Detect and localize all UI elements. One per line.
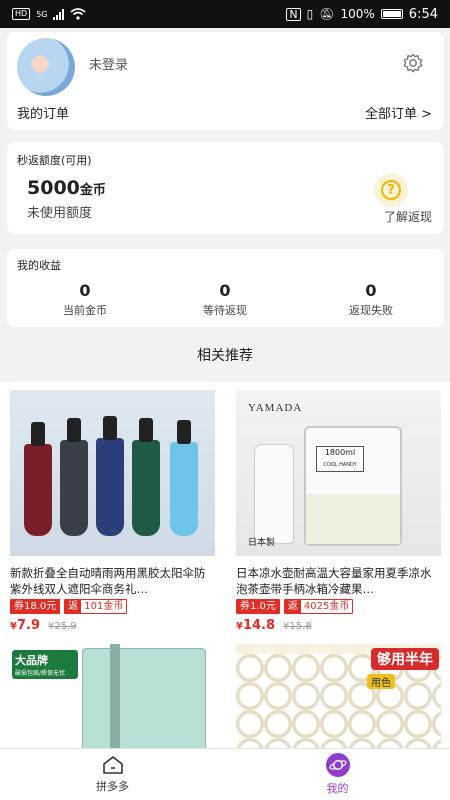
hd-indicator: HD [12,8,31,20]
learn-cashback-link[interactable]: 了解返现 [384,208,432,225]
battery-percent: 100% [340,7,375,21]
quota-subtitle: 未使用额度 [27,206,93,221]
question-icon: ? [381,180,401,200]
product-feed[interactable]: 新款折叠全自动晴雨两用黑胶太阳伞防紫外线双人遮阳伞商务礼… 券18.0元 返 10… [0,382,450,748]
stat-label: 当前金币 [63,304,107,317]
product-card[interactable]: 新款折叠全自动晴雨两用黑胶太阳伞防紫外线双人遮阳伞商务礼… 券18.0元 返 10… [10,390,215,633]
price: ¥14.8 [236,618,275,633]
return-value: 4025金币 [303,601,350,612]
stat-value: 0 [219,281,231,300]
stat-failed-cashback[interactable]: 0 返现失败 [311,281,431,318]
promo-subbadge: 用色 [367,674,395,689]
avatar[interactable] [17,38,75,96]
stat-value: 0 [365,281,377,300]
umbrella-red [24,422,52,536]
brand-logo: YAMADA [248,402,303,414]
vibrate-icon: ▯ [306,7,314,21]
battery-icon [380,9,403,19]
coupon-tag: 券1.0元 [236,599,280,614]
mop-bucket-photo[interactable]: 大品牌 破损包赔/质保无忧 [10,644,215,748]
quota-unit: 金币 [79,183,106,198]
network-label: 5G [36,9,48,19]
login-status[interactable]: 未登录 [89,54,128,73]
promo-badge: 够用半年 [371,648,439,670]
umbrella-navy [96,416,124,536]
return-value: 101金币 [84,601,124,612]
earnings-title: 我的收益 [17,259,61,272]
profile-card: 未登录 我的订单 全部订单 > [7,32,444,130]
brand-badge: 大品牌 破损包赔/质保无忧 [12,650,78,679]
jar-capacity: 1800ml [324,448,356,457]
bucket [82,648,206,748]
coupon-tag: 券18.0元 [10,599,61,614]
original-price: ¥15.8 [283,621,312,632]
gear-icon[interactable] [402,52,424,74]
stat-label: 返现失败 [349,304,393,317]
badge-title: 大品牌 [15,654,48,667]
status-bar: HD 5G N ▯ 🔕︎ 100% 6:54 [0,0,450,28]
tab-home[interactable]: 拼多多 [0,749,225,800]
price-value: 7.9 [16,618,40,633]
mute-icon: 🔕︎ [319,7,335,21]
price-value: 14.8 [242,618,276,633]
return-tag: 返 4025金币 [283,599,354,614]
help-button[interactable]: ? [374,173,408,207]
quota-amount: 5000金币 [27,177,106,199]
product-card[interactable]: 够用半年 用色 [236,644,441,748]
jar: 1800ml COOL HANDY [304,426,402,546]
umbrella-photo[interactable] [10,390,215,556]
tab-label: 拼多多 [96,780,129,793]
jar-water [306,494,400,544]
my-orders-label: 我的订单 [17,107,70,122]
stat-label: 等待返现 [203,304,247,317]
tab-label: 我的 [326,782,349,795]
water-jar-photo[interactable]: YAMADA 1800ml COOL HANDY 日本製 [236,390,441,556]
bottom-tab-bar: 拼多多 我的 [0,748,450,800]
clock: 6:54 [408,6,438,22]
wifi-icon [70,8,87,20]
badge-subtitle: 破损包赔/质保无忧 [15,670,66,677]
currency-symbol: ¥ [10,621,17,632]
nfc-icon: N [286,7,301,21]
return-key: 返 [284,600,301,613]
bottle [254,444,294,544]
tissue-photo[interactable]: 够用半年 用色 [236,644,441,748]
all-orders-link[interactable]: 全部订单 > [365,103,432,122]
quota-card: 秒返额度(可用) 5000金币 未使用额度 ? 了解返现 [7,142,444,234]
product-card[interactable]: YAMADA 1800ml COOL HANDY 日本製 日本凉水壶耐高温大容量… [236,390,441,633]
currency-symbol: ¥ [236,621,243,632]
stat-pending-cashback[interactable]: 0 等待返现 [165,281,285,318]
product-title: 新款折叠全自动晴雨两用黑胶太阳伞防紫外线双人遮阳伞商务礼… [10,566,206,596]
umbrella-blue [170,420,198,536]
price: ¥7.9 [10,618,40,633]
jar-subtext: COOL HANDY [323,462,357,468]
umbrella-green [132,418,160,536]
recommend-title: 相关推荐 [197,348,253,364]
mop-handle [110,644,120,748]
quota-title: 秒返额度(可用) [17,154,92,167]
planet-icon [325,753,350,777]
home-icon [102,756,123,774]
stat-value: 0 [79,281,91,300]
product-title: 日本凉水壶耐高温大容量家用夏季凉水泡茶壶带手柄冰箱冷藏果… [236,566,432,596]
return-tag: 返 101金币 [64,599,128,614]
quota-value: 5000 [27,177,80,199]
umbrella-black [60,418,88,536]
stat-current-coins[interactable]: 0 当前金币 [25,281,145,318]
return-key: 返 [65,600,82,613]
original-price: ¥25.9 [48,621,77,632]
jar-label: 1800ml COOL HANDY [316,446,364,472]
earnings-card: 我的收益 0 当前金币 0 等待返现 0 返现失败 [7,249,444,327]
product-card[interactable]: 大品牌 破损包赔/质保无忧 [10,644,215,748]
signal-icon [53,8,65,20]
tab-me[interactable]: 我的 [225,749,450,800]
made-in-label: 日本製 [248,538,276,548]
